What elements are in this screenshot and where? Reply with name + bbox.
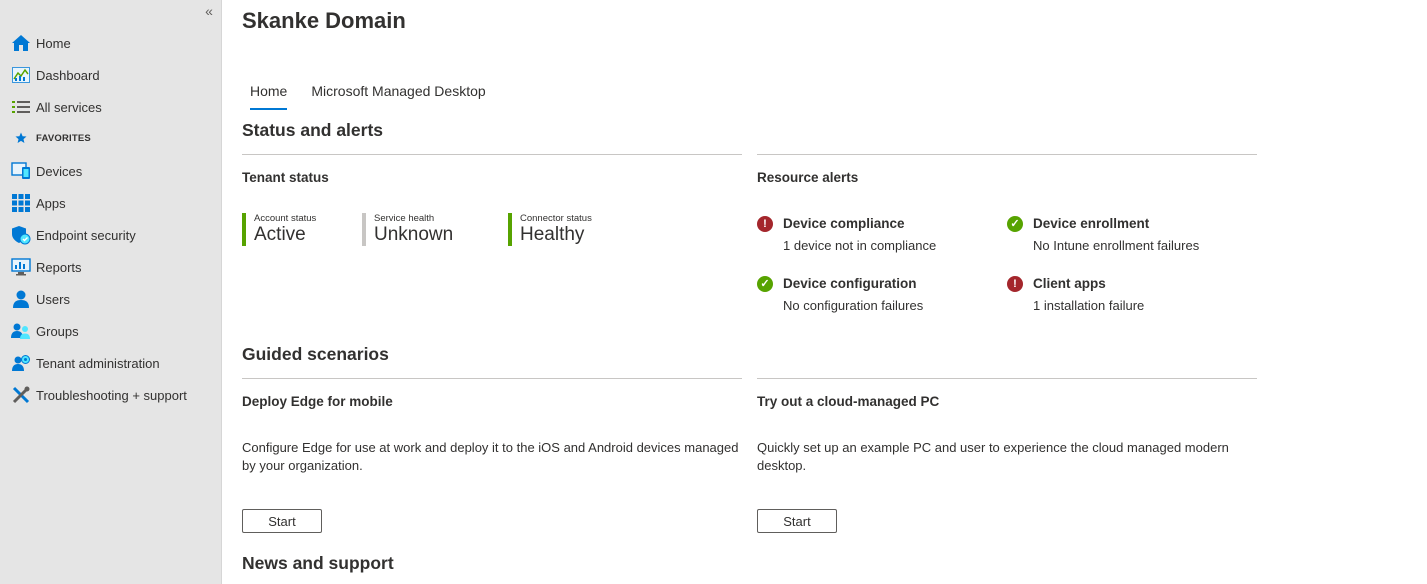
alert-description: 1 installation failure <box>1033 298 1145 313</box>
sidebar-item-label: Users <box>36 291 70 307</box>
alert-description: No Intune enrollment failures <box>1033 238 1200 253</box>
sidebar-item-endpoint-security[interactable]: Endpoint security <box>0 219 222 251</box>
account-status-tile: Account status Active <box>242 213 316 246</box>
alert-client-apps[interactable]: ! Client apps 1 installation failure <box>1007 276 1247 316</box>
connector-status-label: Connector status <box>520 213 592 224</box>
star-icon <box>10 132 32 144</box>
service-health-label: Service health <box>374 213 435 224</box>
connector-status-tile: Connector status Healthy <box>508 213 592 246</box>
resource-alerts-heading: Resource alerts <box>757 170 859 185</box>
alert-title: Device configuration <box>783 276 917 291</box>
alert-title: Device compliance <box>783 216 905 231</box>
sidebar-item-label: All services <box>36 99 102 115</box>
sidebar-item-label: Apps <box>36 195 66 211</box>
alert-description: No configuration failures <box>783 298 924 313</box>
status-alerts-heading: Status and alerts <box>242 120 384 140</box>
service-health-tile: Service health Unknown <box>362 213 453 246</box>
tab-home[interactable]: Home <box>242 80 295 110</box>
divider <box>242 378 742 379</box>
devices-icon <box>10 161 32 181</box>
scenario-title: Deploy Edge for mobile <box>242 394 393 409</box>
tab-bar: Home Microsoft Managed Desktop <box>242 80 494 110</box>
alert-device-enrollment[interactable]: ✓ Device enrollment No Intune enrollment… <box>1007 216 1247 256</box>
account-status-label: Account status <box>254 213 317 224</box>
connector-status-value: Healthy <box>520 224 585 245</box>
shield-icon <box>10 225 32 245</box>
sidebar-item-label: Dashboard <box>36 67 100 83</box>
tools-icon <box>10 385 32 405</box>
sidebar-item-home[interactable]: Home <box>0 27 222 59</box>
sidebar-item-label: Reports <box>36 259 82 275</box>
news-support-heading: News and support <box>242 553 394 573</box>
error-icon: ! <box>1007 276 1023 292</box>
alert-description: 1 device not in compliance <box>783 238 937 253</box>
sidebar-item-label: Groups <box>36 323 79 339</box>
checkmark-icon: ✓ <box>1007 216 1023 232</box>
divider <box>757 154 1257 155</box>
sidebar-item-label: Endpoint security <box>36 227 136 243</box>
sidebar-item-apps[interactable]: Apps <box>0 187 222 219</box>
alert-title: Device enrollment <box>1033 216 1150 231</box>
account-status-value: Active <box>254 224 306 245</box>
sidebar-item-troubleshooting-support[interactable]: Troubleshooting + support <box>0 379 222 411</box>
home-icon <box>10 33 32 53</box>
scenario-description: Quickly set up an example PC and user to… <box>757 440 1229 473</box>
sidebar-item-users[interactable]: Users <box>0 283 222 315</box>
dashboard-icon <box>10 65 32 85</box>
checkmark-icon: ✓ <box>757 276 773 292</box>
tab-microsoft-managed-desktop[interactable]: Microsoft Managed Desktop <box>303 80 493 110</box>
divider <box>757 378 1257 379</box>
divider <box>242 154 742 155</box>
start-cloud-pc-button[interactable]: Start <box>757 509 837 533</box>
sidebar-item-label: Troubleshooting + support <box>36 387 187 403</box>
alert-device-compliance[interactable]: ! Device compliance 1 device not in comp… <box>757 216 997 256</box>
alert-title: Client apps <box>1033 276 1106 291</box>
start-deploy-edge-button[interactable]: Start <box>242 509 322 533</box>
sidebar-item-label: Tenant administration <box>36 355 160 371</box>
scenario-description: Configure Edge for use at work and deplo… <box>242 440 739 473</box>
favorites-header: FAVORITES <box>0 127 222 149</box>
collapse-sidebar-button[interactable]: « <box>201 4 217 20</box>
sidebar-item-tenant-administration[interactable]: Tenant administration <box>0 347 222 379</box>
list-icon <box>10 97 32 117</box>
guided-scenarios-heading: Guided scenarios <box>242 344 389 364</box>
sidebar-item-label: Devices <box>36 163 83 179</box>
tenant-status-heading: Tenant status <box>242 170 329 185</box>
scenario-title: Try out a cloud-managed PC <box>757 394 940 409</box>
sidebar-item-label: Home <box>36 35 71 51</box>
sidebar-item-devices[interactable]: Devices <box>0 155 222 187</box>
groups-icon <box>10 321 32 341</box>
sidebar-item-all-services[interactable]: All services <box>0 91 222 123</box>
reports-icon <box>10 257 32 277</box>
user-icon <box>10 289 32 309</box>
sidebar-item-groups[interactable]: Groups <box>0 315 222 347</box>
apps-icon <box>10 193 32 213</box>
service-health-value: Unknown <box>374 224 454 245</box>
error-icon: ! <box>757 216 773 232</box>
sidebar-item-dashboard[interactable]: Dashboard <box>0 59 222 91</box>
page-title: Skanke Domain <box>242 8 406 33</box>
sidebar: « Home Dashboard All services FAVORITES … <box>0 0 222 584</box>
sidebar-item-reports[interactable]: Reports <box>0 251 222 283</box>
alert-device-configuration[interactable]: ✓ Device configuration No configuration … <box>757 276 997 316</box>
tenant-admin-icon <box>10 353 32 373</box>
